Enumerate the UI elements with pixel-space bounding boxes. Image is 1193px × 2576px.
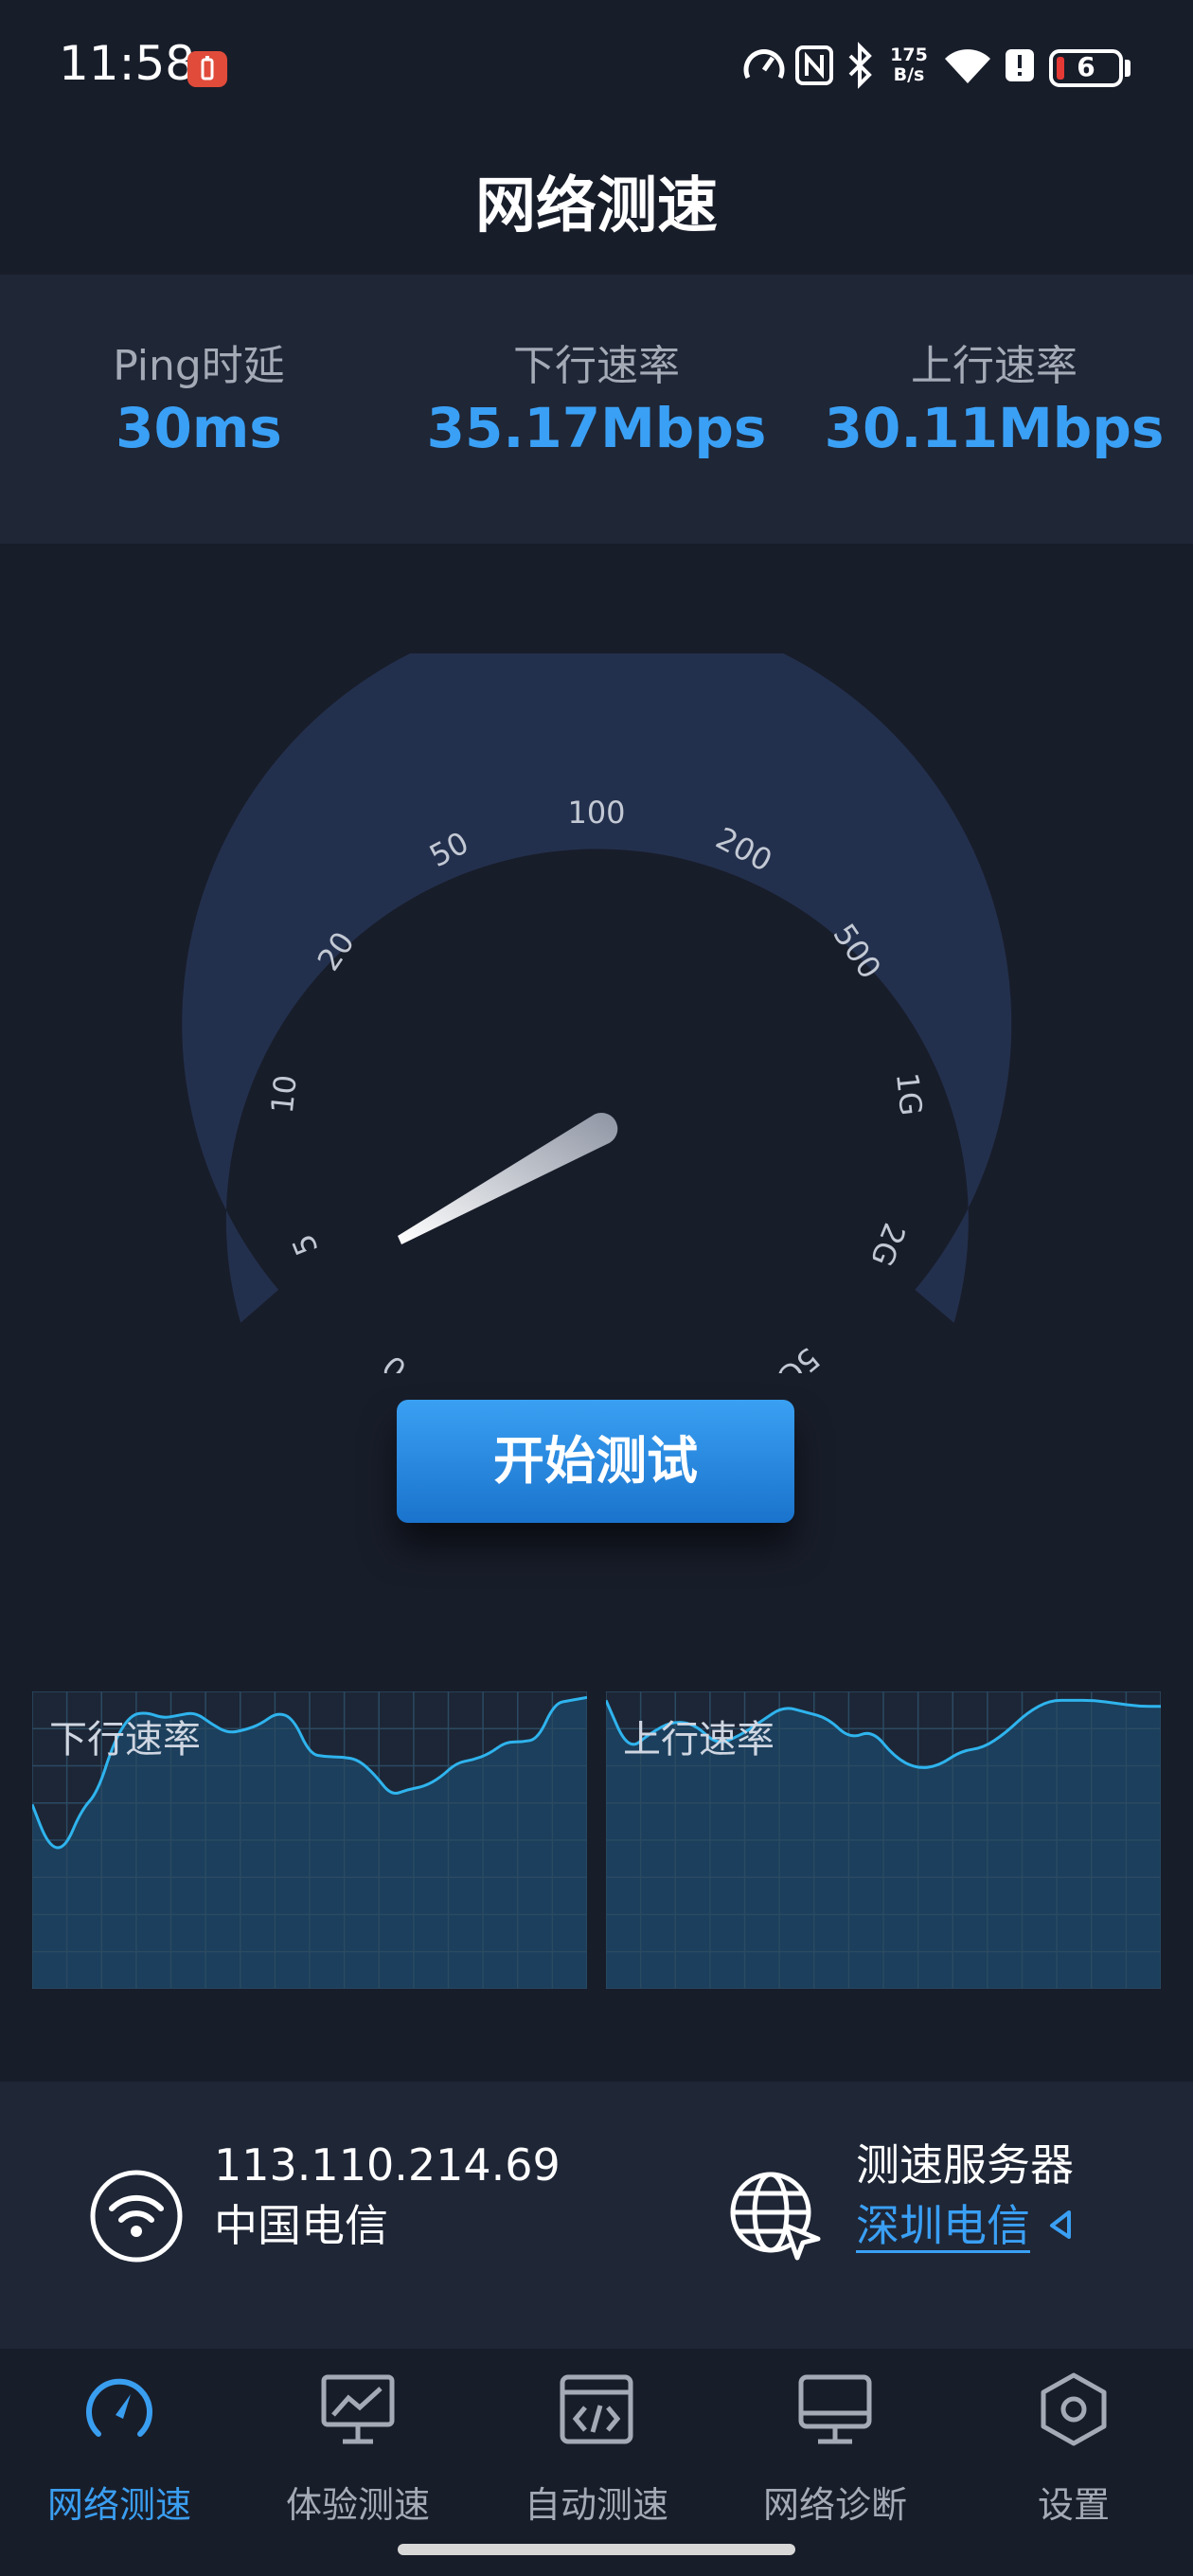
speed-gauge: 051020501002005001G2G5G (182, 653, 1012, 1373)
speed-server-title: 测速服务器 (856, 2139, 1074, 2191)
network-speed-indicator: 175 B/s (890, 45, 928, 85)
nav-diagnosis-label: 网络诊断 (762, 2484, 907, 2526)
nav-experience-test-label: 体验测速 (285, 2484, 430, 2526)
battery-level: 6 (1077, 51, 1095, 82)
nav-speed-test[interactable]: 网络测速 (0, 2371, 239, 2561)
upload-chart-label: 上行速率 (623, 1718, 775, 1762)
ip-address: 113.110.214.69 (214, 2139, 561, 2191)
metric-download: 下行速率 35.17Mbps (398, 331, 795, 460)
bottom-navigation: 网络测速 体验测速 自动测速 网络诊断 设置 (0, 2352, 1193, 2576)
nav-auto-test-label: 自动测速 (524, 2484, 668, 2526)
gauge-tick-label: 10 (264, 1073, 304, 1115)
code-window-icon (559, 2371, 634, 2447)
metric-download-value: 35.17Mbps (426, 396, 767, 460)
gauge-tick-label: 5 (285, 1229, 326, 1261)
page-title: 网络测速 (475, 171, 718, 242)
metric-upload-label: 上行速率 (911, 342, 1077, 390)
gauge-tick-label: 1G (889, 1071, 930, 1118)
metric-ping-value: 30ms (116, 396, 282, 460)
home-indicator[interactable] (398, 2544, 795, 2555)
nav-auto-test[interactable]: 自动测速 (477, 2371, 716, 2561)
nav-speed-test-label: 网络测速 (46, 2484, 191, 2526)
connection-info-panel: 113.110.214.69 中国电信 测速服务器 深圳电信 (0, 2082, 1193, 2349)
start-test-button[interactable]: 开始测试 (397, 1400, 794, 1523)
wifi-circle-icon (89, 2169, 184, 2263)
download-chart-label: 下行速率 (49, 1718, 201, 1762)
bluetooth-icon (841, 42, 879, 102)
status-time: 11:58 (59, 36, 196, 91)
desktop-icon (797, 2371, 873, 2447)
isp-name: 中国电信 (214, 2200, 388, 2251)
nav-settings-label: 设置 (1037, 2484, 1110, 2526)
metric-ping-label: Ping时延 (113, 342, 285, 390)
speed-server-selector[interactable]: 深圳电信 (856, 2195, 1077, 2256)
settings-hexagon-icon (1036, 2371, 1112, 2447)
globe-cursor-icon (727, 2169, 822, 2263)
upload-rate-chart: 上行速率 (604, 1690, 1162, 1990)
gauge-tick-label: 2G (864, 1218, 913, 1271)
app-notification-icon (187, 51, 227, 87)
metric-upload-value: 30.11Mbps (824, 396, 1165, 460)
download-rate-chart: 下行速率 (30, 1690, 588, 1990)
nav-diagnosis[interactable]: 网络诊断 (716, 2371, 954, 2561)
metric-ping: Ping时延 30ms (0, 331, 398, 460)
metric-upload: 上行速率 30.11Mbps (795, 331, 1193, 460)
battery-tip (1125, 60, 1131, 77)
nav-experience-test[interactable]: 体验测速 (239, 2371, 477, 2561)
gauge-needle (398, 1112, 618, 1244)
metrics-panel: Ping时延 30ms 下行速率 35.17Mbps 上行速率 30.11Mbp… (0, 275, 1193, 544)
battery-icon: 6 (1049, 49, 1123, 87)
gauge-tick-label: 0 (376, 1348, 414, 1373)
gauge-tick-label: 100 (567, 795, 625, 831)
nfc-icon (793, 42, 835, 102)
nav-settings[interactable]: 设置 (954, 2371, 1193, 2561)
wifi-icon (941, 42, 994, 102)
speed-icon (740, 42, 788, 102)
alert-icon (1004, 42, 1036, 102)
gauge-tick-label: 5G (771, 1340, 827, 1373)
metric-download-label: 下行速率 (513, 342, 680, 390)
triangle-left-icon[interactable] (1044, 2200, 1077, 2251)
monitor-chart-icon (320, 2371, 396, 2447)
speedometer-icon (81, 2371, 157, 2447)
speed-server-name[interactable]: 深圳电信 (856, 2200, 1030, 2251)
